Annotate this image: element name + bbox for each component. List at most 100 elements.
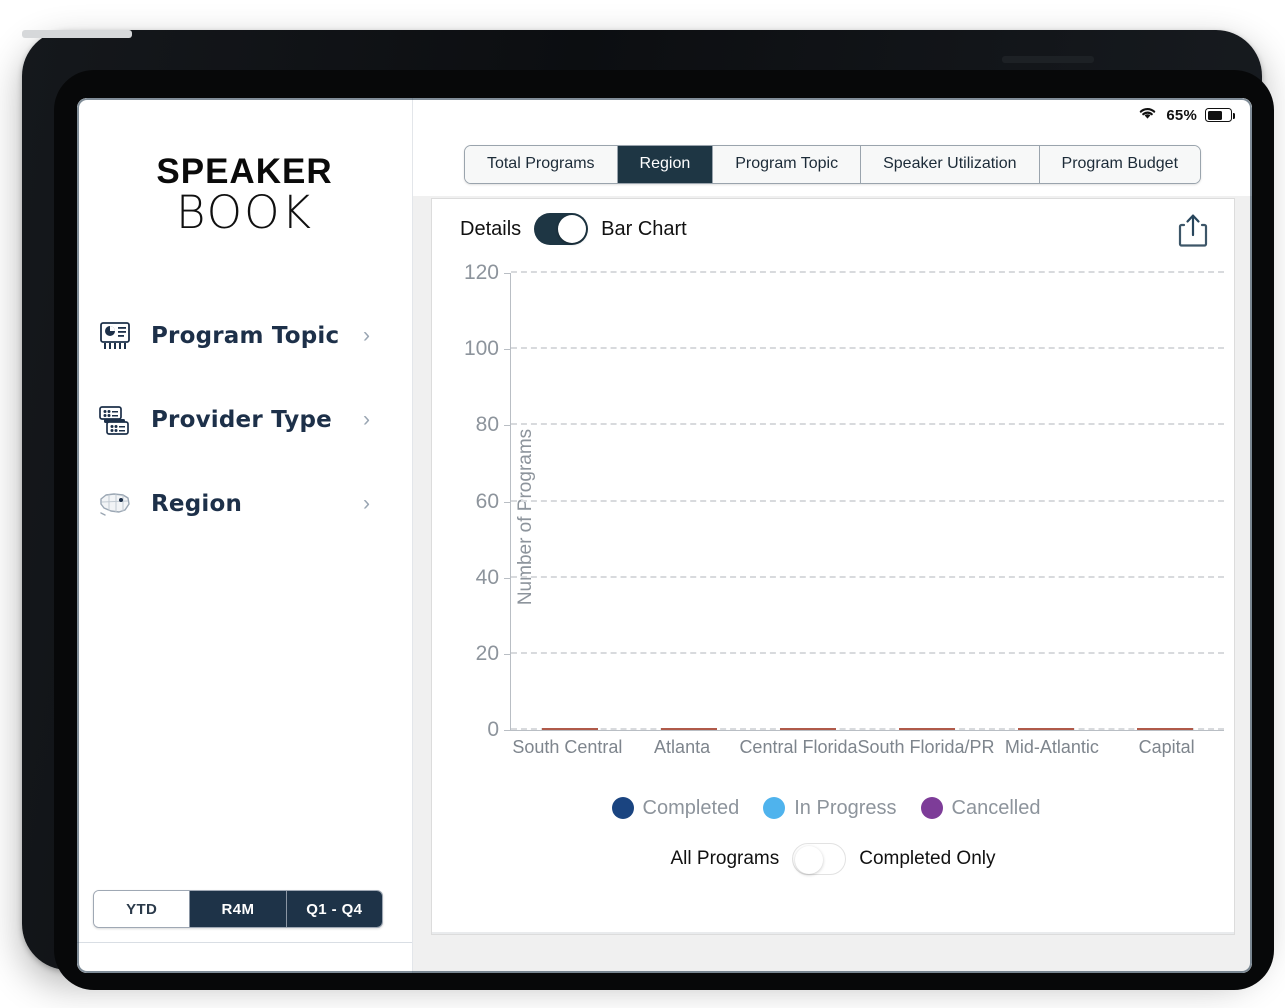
- legend-color-swatch: [763, 797, 786, 819]
- bar-segment-cancelled[interactable]: [1017, 728, 1074, 730]
- view-toggle-knob: [558, 215, 587, 243]
- bar-group[interactable]: [1105, 273, 1224, 730]
- bar-group[interactable]: [986, 273, 1105, 730]
- tablet-device-frame: SPEAKER BOOK Program Topic › Provider Ty…: [22, 30, 1274, 990]
- card-bottom-divider: [432, 932, 1234, 934]
- chevron-right-icon: ›: [363, 324, 370, 347]
- status-bar-right: 65%: [1137, 105, 1235, 126]
- period-option-q1-q4[interactable]: Q1 - Q4: [286, 891, 382, 927]
- chart-legend: Completed In Progress Cancelled: [432, 791, 1234, 825]
- legend-label: Cancelled: [951, 796, 1041, 819]
- y-axis-tick-label: 60: [475, 489, 499, 513]
- x-axis-tick-label: South Florida/PR: [857, 737, 995, 757]
- bar-segment-cancelled[interactable]: [542, 728, 599, 730]
- tab-speaker-utilization[interactable]: Speaker Utilization: [861, 145, 1040, 183]
- bar-segment-cancelled[interactable]: [898, 728, 955, 730]
- period-segmented-control[interactable]: YTD R4M Q1 - Q4: [93, 890, 383, 928]
- tab-program-topic[interactable]: Program Topic: [713, 145, 862, 183]
- app-logo: SPEAKER BOOK: [77, 153, 412, 238]
- chevron-right-icon: ›: [363, 408, 370, 431]
- legend-item[interactable]: In Progress: [763, 796, 897, 820]
- x-axis-tick-label: Atlanta: [654, 737, 711, 757]
- us-map-icon: [95, 484, 135, 524]
- logo-book-text: BOOK: [175, 186, 314, 239]
- filter-toggle-right-label: Completed Only: [859, 848, 996, 869]
- legend-item[interactable]: Cancelled: [920, 796, 1041, 820]
- wifi-icon: [1137, 105, 1158, 126]
- filter-toggle-switch[interactable]: [792, 843, 847, 875]
- tablet-screen: SPEAKER BOOK Program Topic › Provider Ty…: [77, 98, 1252, 973]
- plot-area: 0 20 40 60 80 100 120: [464, 261, 1224, 741]
- view-toggle-switch[interactable]: [534, 213, 589, 245]
- bar-group[interactable]: [867, 273, 986, 730]
- tab-total-programs[interactable]: Total Programs: [464, 145, 618, 183]
- sidebar-item-program-topic[interactable]: Program Topic ›: [77, 308, 412, 364]
- x-axis-tick-label: South Central: [512, 737, 623, 757]
- view-toggle-row: Details Bar Chart: [460, 213, 687, 245]
- battery-icon: [1205, 108, 1235, 122]
- y-axis-tick-mark: [504, 577, 511, 579]
- x-axis-tick-label: Central Florida: [739, 737, 858, 757]
- bar-series-container: [511, 273, 1224, 730]
- tab-bar-container: Total Programs Region Program Topic Spea…: [413, 132, 1252, 196]
- stacked-bar[interactable]: [661, 728, 718, 730]
- share-icon[interactable]: [1176, 211, 1210, 249]
- tab-bar[interactable]: Total Programs Region Program Topic Spea…: [463, 144, 1202, 184]
- legend-item[interactable]: Completed: [611, 797, 739, 820]
- legend-label: In Progress: [794, 796, 897, 819]
- bar-segment-cancelled[interactable]: [780, 728, 837, 730]
- bar-chart: Number of Programs 0 20 40 60 80 100 120 South…: [432, 257, 1234, 777]
- stacked-cards-icon: [95, 400, 135, 440]
- y-axis-tick-label: 0: [487, 718, 499, 741]
- legend-color-swatch: [920, 797, 943, 819]
- sidebar-item-label: Provider Type: [151, 407, 332, 433]
- view-toggle-left-label: Details: [460, 217, 522, 240]
- legend-color-swatch: [611, 797, 634, 819]
- y-axis-tick-label: 100: [463, 337, 499, 361]
- stacked-bar[interactable]: [1017, 728, 1074, 730]
- y-axis-tick-mark: [504, 653, 511, 655]
- screenshot-root: SPEAKER BOOK Program Topic › Provider Ty…: [0, 0, 1285, 1008]
- bar-group[interactable]: [630, 273, 749, 730]
- y-axis-tick-mark: [504, 425, 511, 427]
- sidebar-item-label: Region: [151, 491, 243, 517]
- filter-toggle-row: All Programs Completed Only: [432, 839, 1234, 879]
- bar-group[interactable]: [749, 273, 868, 730]
- bar-group[interactable]: [511, 273, 630, 730]
- sidebar: SPEAKER BOOK Program Topic › Provider Ty…: [77, 98, 413, 973]
- period-option-ytd[interactable]: YTD: [94, 891, 191, 927]
- main-panel: 65% Total Programs Region Program Topic …: [413, 98, 1252, 973]
- filter-toggle-left-label: All Programs: [670, 848, 780, 869]
- sidebar-item-region[interactable]: Region ›: [77, 476, 412, 532]
- y-axis-tick-label: 80: [475, 413, 499, 437]
- x-axis-tick-label: Capital: [1138, 737, 1195, 757]
- sidebar-divider: [77, 942, 412, 943]
- tab-region[interactable]: Region: [617, 145, 714, 183]
- bar-segment-cancelled[interactable]: [661, 728, 718, 730]
- sidebar-item-provider-type[interactable]: Provider Type ›: [77, 392, 412, 448]
- filter-toggle-knob: [795, 846, 824, 874]
- y-axis-tick-mark: [504, 730, 511, 731]
- status-bar: 65%: [413, 98, 1252, 132]
- chart-card: Details Bar Chart Number of Programs 0 2…: [431, 198, 1235, 935]
- y-axis-tick-mark: [504, 273, 511, 274]
- sidebar-item-label: Program Topic: [151, 323, 340, 349]
- chevron-right-icon: ›: [363, 492, 370, 515]
- stacked-bar[interactable]: [898, 728, 955, 730]
- presentation-chart-icon: [95, 316, 135, 356]
- period-option-r4m[interactable]: R4M: [190, 891, 287, 927]
- y-axis-tick-mark: [504, 349, 511, 351]
- stacked-bar[interactable]: [1136, 728, 1193, 730]
- stacked-bar[interactable]: [780, 728, 837, 730]
- battery-percent-label: 65%: [1166, 106, 1197, 124]
- tablet-bottom-accent: [22, 30, 132, 38]
- tab-program-budget[interactable]: Program Budget: [1039, 145, 1201, 183]
- power-button[interactable]: [1002, 56, 1094, 63]
- bar-segment-cancelled[interactable]: [1136, 728, 1193, 730]
- y-axis-tick-label: 120: [463, 261, 499, 284]
- y-axis-tick-label: 20: [475, 641, 499, 665]
- sidebar-nav: Program Topic › Provider Type › Region ›: [77, 308, 412, 560]
- stacked-bar[interactable]: [542, 728, 599, 730]
- view-toggle-right-label: Bar Chart: [601, 217, 687, 240]
- x-axis-tick-label: Mid-Atlantic: [1004, 737, 1099, 757]
